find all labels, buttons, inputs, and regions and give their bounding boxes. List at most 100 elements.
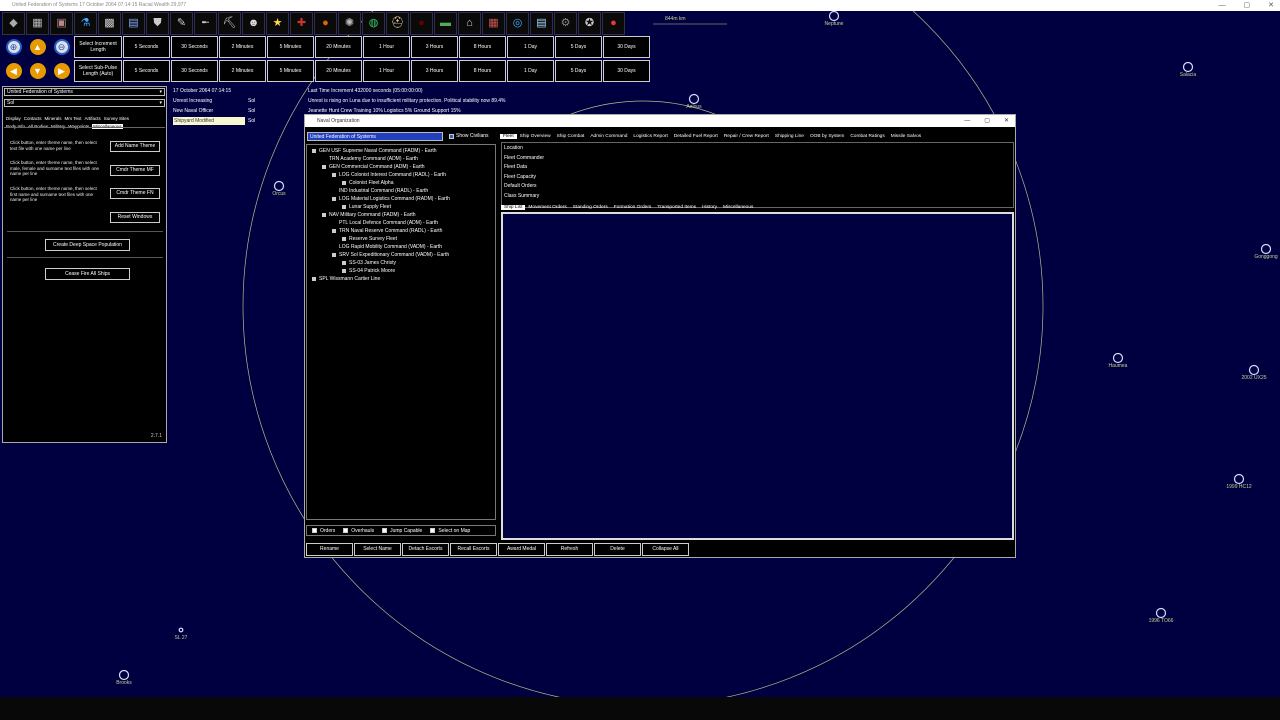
tab-oob-by-system[interactable]: OOB by System bbox=[807, 134, 847, 139]
subpulse-option-button[interactable]: 5 Minutes bbox=[267, 60, 314, 82]
create-deep-space-population-button[interactable]: Create Deep Space Population bbox=[45, 239, 130, 251]
maximize-icon[interactable]: ▢ bbox=[984, 115, 990, 127]
event-type[interactable]: Unrest Increasing bbox=[173, 98, 212, 104]
rename-button[interactable]: Rename bbox=[306, 543, 353, 556]
helmet-icon[interactable]: ⛑ bbox=[386, 12, 409, 35]
fleet-tree-node[interactable]: Colonist Fleet Alpha bbox=[342, 180, 393, 186]
race-select[interactable]: United Federation of Systems bbox=[4, 88, 165, 96]
planet-marker[interactable] bbox=[118, 669, 130, 681]
subpulse-option-button[interactable]: 1 Day bbox=[507, 60, 554, 82]
subpulse-option-button[interactable]: 5 Seconds bbox=[123, 60, 170, 82]
increment-option-button[interactable]: 1 Day bbox=[507, 36, 554, 58]
rifle-icon[interactable]: ╾ bbox=[194, 12, 217, 35]
option-select-on-map-checkbox[interactable]: Select on Map bbox=[430, 528, 470, 534]
tab-survey-sites[interactable]: Survey Sites bbox=[104, 116, 129, 121]
increment-option-button[interactable]: 5 Days bbox=[555, 36, 602, 58]
increment-option-button[interactable]: 30 Seconds bbox=[171, 36, 218, 58]
fleet-tree-node[interactable]: Lunar Supply Fleet bbox=[342, 204, 391, 210]
gem-icon[interactable]: ◆ bbox=[2, 12, 25, 35]
red-orb-icon[interactable]: ● bbox=[602, 12, 625, 35]
officer-icon[interactable]: ☻ bbox=[242, 12, 265, 35]
pen-icon[interactable]: ✎ bbox=[170, 12, 193, 35]
award-medal-button[interactable]: Award Medal bbox=[498, 543, 545, 556]
subtab-movement-orders[interactable]: Movement Orders bbox=[525, 205, 569, 210]
increment-option-button[interactable]: 5 Minutes bbox=[267, 36, 314, 58]
planet-marker[interactable] bbox=[1155, 607, 1167, 619]
black-orb-icon[interactable]: ● bbox=[410, 12, 433, 35]
cycle-icon[interactable]: ◎ bbox=[506, 12, 529, 35]
shield-icon[interactable]: ⛊ bbox=[146, 12, 169, 35]
cmdr-theme-mf-button[interactable]: Cmdr Theme MF bbox=[110, 165, 160, 176]
tab-missile-salvos[interactable]: Missile Salvos bbox=[888, 134, 924, 139]
subtab-history[interactable]: History bbox=[699, 205, 720, 210]
increment-option-button[interactable]: 5 Seconds bbox=[123, 36, 170, 58]
planet-marker[interactable] bbox=[273, 180, 285, 192]
naval-race-select[interactable]: United Federation of Systems bbox=[307, 132, 443, 141]
cube-icon[interactable]: ▦ bbox=[26, 12, 49, 35]
fleet-tree-node[interactable]: Reserve Survey Fleet bbox=[342, 236, 397, 242]
fleet-tree-node[interactable]: GEN USF Supreme Naval Command (FADM) - E… bbox=[312, 148, 437, 154]
zoom-out-button[interactable]: ⊖ bbox=[50, 36, 73, 58]
increment-option-button[interactable]: 20 Minutes bbox=[315, 36, 362, 58]
delete-button[interactable]: Delete bbox=[594, 543, 641, 556]
globe-icon[interactable]: ◍ bbox=[362, 12, 385, 35]
union-flag-icon[interactable]: ✚ bbox=[290, 12, 313, 35]
increment-option-button[interactable]: 3 Hours bbox=[411, 36, 458, 58]
detach-escorts-button[interactable]: Detach Escorts bbox=[402, 543, 449, 556]
tab-fleet[interactable]: Fleet bbox=[500, 133, 517, 139]
subpulse-option-button[interactable]: 30 Seconds bbox=[171, 60, 218, 82]
planet-marker[interactable] bbox=[1260, 243, 1272, 255]
planet-marker[interactable] bbox=[1182, 61, 1194, 73]
increment-option-button[interactable]: 8 Hours bbox=[459, 36, 506, 58]
tab-mm-text[interactable]: Mm Text bbox=[65, 116, 82, 121]
system-select[interactable]: Sol bbox=[4, 99, 165, 107]
tab-ship-combat[interactable]: Ship Combat bbox=[554, 134, 588, 139]
option-jump-capable-checkbox[interactable]: Jump Capable bbox=[382, 528, 422, 534]
planet-marker[interactable] bbox=[1248, 364, 1260, 376]
close-icon[interactable]: ✕ bbox=[1004, 115, 1009, 127]
fleet-tree-node[interactable]: LOG Material Logistics Command (RADM) - … bbox=[332, 196, 450, 202]
galaxy-icon[interactable]: ✺ bbox=[338, 12, 361, 35]
gear-icon[interactable]: ⚙ bbox=[554, 12, 577, 35]
subtab-standing-orders[interactable]: Standing Orders bbox=[570, 205, 611, 210]
event-type[interactable]: New Naval Officer bbox=[173, 108, 213, 114]
subtab-ship-list[interactable]: Ship List bbox=[501, 204, 526, 210]
fleet-tree-node[interactable]: PTL Local Defence Command (ADM) - Earth bbox=[332, 220, 438, 226]
arrow-right-button[interactable]: ▶ bbox=[50, 60, 73, 82]
planet-marker[interactable] bbox=[1233, 473, 1245, 485]
subpulse-option-button[interactable]: 8 Hours bbox=[459, 60, 506, 82]
planet-marker[interactable] bbox=[688, 93, 700, 105]
arrow-up-button[interactable]: ▲ bbox=[26, 36, 49, 58]
document-icon[interactable]: ▤ bbox=[122, 12, 145, 35]
planet-marker[interactable] bbox=[828, 11, 840, 22]
fleet-tree-node[interactable]: LOG Colonist Interest Command (RADL) - E… bbox=[332, 172, 446, 178]
fleet-tree[interactable]: GEN USF Supreme Naval Command (FADM) - E… bbox=[306, 144, 496, 520]
increment-option-button[interactable]: 2 Minutes bbox=[219, 36, 266, 58]
option-overhauls-checkbox[interactable]: Overhauls bbox=[343, 528, 374, 534]
fleet-tree-node[interactable]: SPL Wissmann Cartier Line bbox=[312, 276, 380, 282]
subpulse-option-button[interactable]: 30 Days bbox=[603, 60, 650, 82]
fleet-tree-node[interactable]: NAV Military Command (FADM) - Earth bbox=[322, 212, 416, 218]
tab-shipping-line[interactable]: Shipping Line bbox=[772, 134, 807, 139]
star-icon[interactable]: ★ bbox=[266, 12, 289, 35]
subpulse-option-button[interactable]: 2 Minutes bbox=[219, 60, 266, 82]
medal-icon[interactable]: ✪ bbox=[578, 12, 601, 35]
event-type[interactable]: Shipyard Modified bbox=[173, 117, 245, 125]
subpulse-option-button[interactable]: 3 Hours bbox=[411, 60, 458, 82]
dark-planet-icon[interactable]: ● bbox=[314, 12, 337, 35]
tab-ship-overview[interactable]: Ship Overview bbox=[517, 134, 554, 139]
show-civilians-checkbox[interactable]: Show Civilians bbox=[449, 133, 489, 139]
close-icon[interactable]: ✕ bbox=[1268, 0, 1274, 11]
fleet-tree-node[interactable]: SRV Sol Expeditionary Command (VADM) - E… bbox=[332, 252, 449, 258]
recall-escorts-button[interactable]: Recall Escorts bbox=[450, 543, 497, 556]
subtab-transported-items[interactable]: Transported Items bbox=[654, 205, 699, 210]
fleet-tree-node[interactable]: SS-04 Patrick Moore bbox=[342, 268, 395, 274]
tab-logistics-report[interactable]: Logistics Report bbox=[630, 134, 670, 139]
factory-icon[interactable]: ⌂ bbox=[458, 12, 481, 35]
planet-marker[interactable] bbox=[178, 627, 184, 633]
grid-icon[interactable]: ▩ bbox=[98, 12, 121, 35]
increment-option-button[interactable]: 30 Days bbox=[603, 36, 650, 58]
list-icon[interactable]: ▤ bbox=[530, 12, 553, 35]
tab-artifacts[interactable]: Artifacts bbox=[84, 116, 100, 121]
minimize-icon[interactable]: — bbox=[964, 115, 970, 127]
